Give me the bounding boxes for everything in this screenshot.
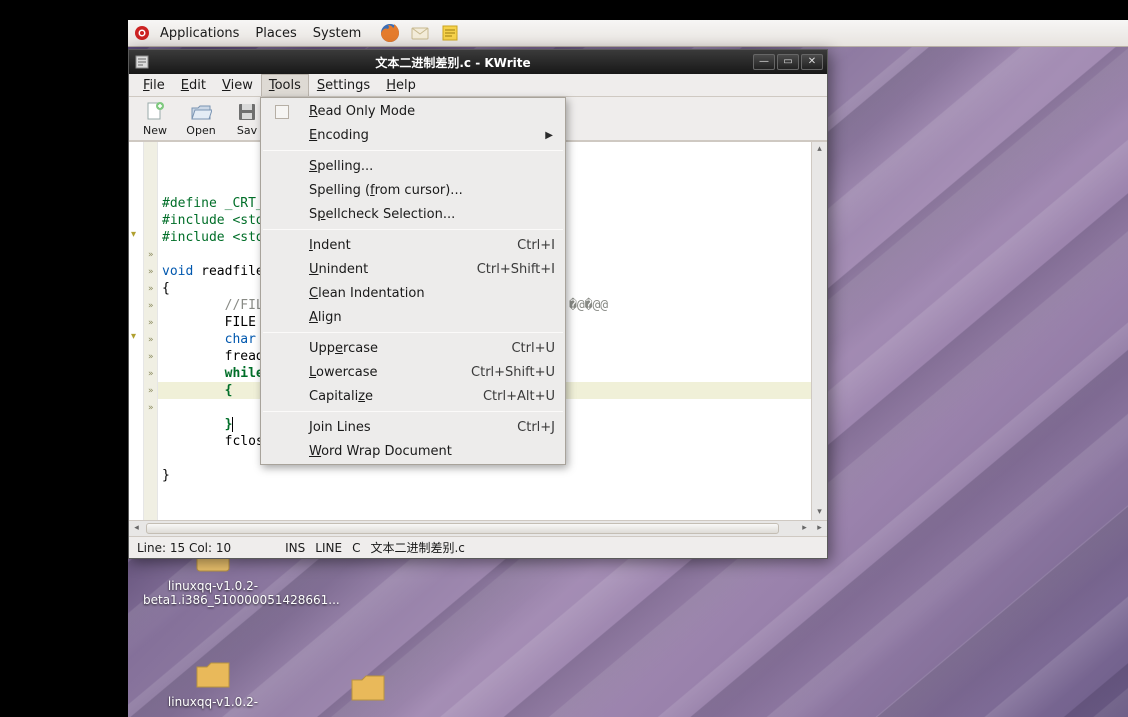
open-label: Open (186, 124, 215, 137)
menu-item-spellcheck-selection[interactable]: Spellcheck Selection... (261, 202, 565, 226)
fold-marker-icon[interactable]: ▾ (131, 229, 136, 240)
menu-view[interactable]: View (214, 74, 261, 96)
menu-item-unindent[interactable]: UnindentCtrl+Shift+I (261, 257, 565, 281)
save-label: Sav (237, 124, 257, 137)
menu-tools[interactable]: Tools (261, 74, 309, 96)
menu-item-uppercase[interactable]: UppercaseCtrl+U (261, 336, 565, 360)
menu-item-clean-indentation[interactable]: Clean Indentation (261, 281, 565, 305)
scroll-right-end-icon[interactable]: ▸ (812, 521, 827, 536)
panel-system[interactable]: System (305, 22, 369, 45)
menu-item-join-lines[interactable]: Join LinesCtrl+J (261, 415, 565, 439)
folder-icon (193, 657, 233, 691)
firefox-launcher[interactable] (379, 22, 401, 44)
black-border (0, 0, 128, 20)
new-label: New (143, 124, 167, 137)
desktop-icon-label: linuxqq-v1.0.2- (143, 695, 283, 709)
menu-item-capitalize[interactable]: CapitalizeCtrl+Alt+U (261, 384, 565, 408)
menu-item-readonly[interactable]: Read Only Mode (261, 99, 565, 123)
desktop-icon-folder[interactable] (328, 670, 408, 708)
distro-logo-icon (134, 25, 150, 41)
gutter-chevron-icon: » (148, 369, 154, 379)
menu-item-align[interactable]: Align (261, 305, 565, 329)
status-filename: 文本二进制差别.c (370, 539, 464, 556)
gutter-chevron-icon: » (148, 284, 154, 294)
fold-marker-icon[interactable]: ▾ (131, 331, 136, 342)
gutter-chevron-icon: » (148, 318, 154, 328)
panel-places[interactable]: Places (247, 22, 304, 45)
vertical-scrollbar[interactable]: ▴ ▾ (811, 142, 827, 520)
status-position: Line: 15 Col: 10 (137, 541, 231, 555)
hscroll-track[interactable] (144, 521, 797, 536)
minimize-button[interactable]: — (753, 54, 775, 70)
menu-edit[interactable]: Edit (173, 74, 214, 96)
new-file-icon (144, 101, 166, 123)
status-insert-mode: INS (285, 541, 305, 555)
gutter-chevron-icon: » (148, 301, 154, 311)
notes-icon (440, 23, 460, 43)
open-folder-icon (190, 101, 212, 123)
menu-separator (263, 229, 563, 230)
new-button[interactable]: New (135, 101, 175, 137)
gutter-chevron-icon: » (148, 403, 154, 413)
notes-launcher[interactable] (439, 22, 461, 44)
mark-gutter: » » » » » » » » » » (144, 142, 158, 520)
mail-icon (410, 23, 430, 43)
menu-item-word-wrap[interactable]: Word Wrap Document (261, 439, 565, 463)
app-icon (135, 55, 149, 69)
desktop-icon-pkg2[interactable]: linuxqq-v1.0.2- (143, 657, 283, 709)
menu-item-lowercase[interactable]: LowercaseCtrl+Shift+U (261, 360, 565, 384)
menu-separator (263, 150, 563, 151)
gnome-panel: Applications Places System (128, 20, 1128, 47)
horizontal-scrollbar[interactable]: ◂ ▸ ▸ (129, 520, 827, 536)
gutter-chevron-icon: » (148, 335, 154, 345)
menubar: File Edit View Tools Settings Help (129, 74, 827, 97)
hscroll-thumb[interactable] (146, 523, 779, 534)
menu-item-indent[interactable]: IndentCtrl+I (261, 233, 565, 257)
fold-gutter[interactable]: ▾ ▾ (129, 142, 144, 520)
desktop-icon-label: linuxqq-v1.0.2-beta1.i386_51000005142866… (143, 579, 283, 607)
scroll-left-icon[interactable]: ◂ (129, 521, 144, 536)
open-button[interactable]: Open (181, 101, 221, 137)
submenu-arrow-icon: ▶ (545, 130, 553, 141)
scroll-down-icon[interactable]: ▾ (812, 505, 827, 520)
titlebar[interactable]: 文本二进制差别.c - KWrite — ▭ ✕ (129, 50, 827, 74)
status-lang: C (352, 541, 360, 555)
menu-settings[interactable]: Settings (309, 74, 378, 96)
menu-separator (263, 411, 563, 412)
statusbar: Line: 15 Col: 10 INS LINE C 文本二进制差别.c (129, 536, 827, 558)
scroll-right-icon[interactable]: ▸ (797, 521, 812, 536)
menu-item-encoding[interactable]: Encoding▶ (261, 123, 565, 147)
gutter-chevron-icon: » (148, 352, 154, 362)
folder-icon (348, 670, 388, 704)
gutter-chevron-icon: » (148, 386, 154, 396)
menu-help[interactable]: Help (378, 74, 424, 96)
menu-item-spelling-cursor[interactable]: Spelling (from cursor)... (261, 178, 565, 202)
gutter-chevron-icon: » (148, 267, 154, 277)
gutter-chevron-icon: » (148, 250, 154, 260)
save-icon (236, 101, 258, 123)
menu-item-spelling[interactable]: Spelling... (261, 154, 565, 178)
window-title: 文本二进制差别.c - KWrite (155, 54, 751, 71)
firefox-icon (380, 23, 400, 43)
menu-file[interactable]: File (135, 74, 173, 96)
mail-launcher[interactable] (409, 22, 431, 44)
close-button[interactable]: ✕ (801, 54, 823, 70)
scroll-up-icon[interactable]: ▴ (812, 142, 827, 157)
panel-applications[interactable]: Applications (152, 22, 247, 45)
menu-separator (263, 332, 563, 333)
tools-dropdown-menu: Read Only Mode Encoding▶ Spelling... Spe… (260, 97, 566, 465)
maximize-button[interactable]: ▭ (777, 54, 799, 70)
status-eol: LINE (315, 541, 342, 555)
